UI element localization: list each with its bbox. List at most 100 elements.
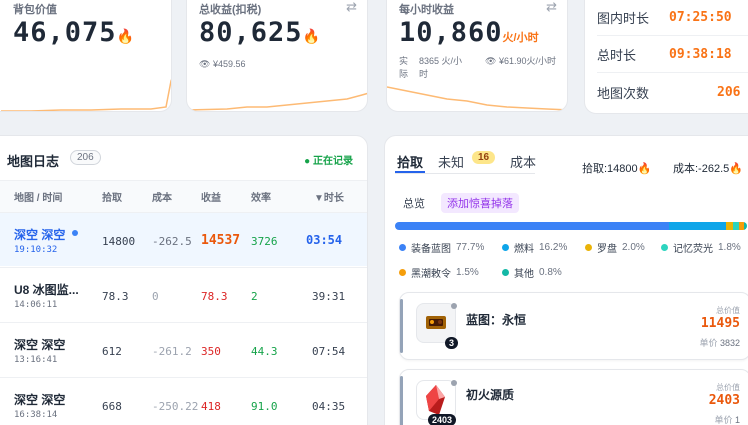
total-income-yuan: 👁 ¥459.56	[199, 59, 246, 69]
income-value: 78.3	[201, 290, 228, 303]
duration-value: 39:31	[312, 290, 346, 303]
total-time-value: 09:38:18	[669, 47, 732, 62]
duration-value: 03:54	[306, 233, 343, 247]
cost-value: 0	[152, 290, 159, 303]
overview-chip[interactable]: 总览	[397, 193, 431, 213]
table-row[interactable]: 深空 深空 19:10:32 14800 -262.5 14537 3726 0…	[0, 212, 367, 266]
flame-icon: 🔥	[637, 163, 652, 175]
legend-item: 燃料 16.2%	[502, 240, 567, 255]
cost-value: -261.2	[152, 345, 192, 358]
cost-value: -262.5	[152, 235, 192, 248]
bar-segment	[744, 222, 747, 230]
bar-segment	[395, 222, 669, 230]
legend-item: 黑潮敕令 1.5%	[399, 265, 479, 280]
tab-pickup[interactable]: 拾取	[397, 152, 423, 171]
efficiency-value: 91.0	[251, 400, 278, 413]
swap-icon[interactable]: ⇄	[546, 0, 557, 15]
col-income[interactable]: 收益	[201, 189, 221, 204]
recording-status: ● 正在记录	[304, 156, 353, 167]
total-time-label: 总时长	[597, 48, 637, 63]
map-name: 深空 深空	[14, 338, 66, 352]
flame-icon: 🔥	[116, 29, 135, 45]
item-status-dot	[451, 380, 457, 386]
legend-item: 装备蓝图 77.7%	[399, 240, 484, 255]
detail-card: 拾取 未知 16 成本 拾取:14800🔥 成本:-262.5🔥 总览 添加惊喜…	[384, 135, 748, 425]
duration-value: 07:54	[312, 345, 346, 358]
item-card[interactable]: 3 蓝图：永恒 总价值 11495 单价 3832	[399, 292, 748, 360]
pickup-value: 78.3	[102, 290, 129, 303]
duration-value: 04:35	[312, 400, 346, 413]
total-income-amount: 80,625🔥	[199, 17, 321, 48]
item-count-badge: 3	[445, 337, 459, 349]
tab-cost[interactable]: 成本	[510, 152, 536, 171]
map-log-card: 地图日志 206 ● 正在记录 地图 / 时间 拾取 成本 收益 效率 ▼时长 …	[0, 135, 368, 425]
hourly-income-title: 每小时收益	[399, 4, 454, 16]
pickup-value: 668	[102, 400, 122, 413]
eye-icon: 👁	[485, 56, 497, 66]
map-count-row: 地图次数 206	[597, 74, 748, 110]
legend-item: 罗盘 2.0%	[585, 240, 645, 255]
income-value: 14537	[201, 233, 241, 248]
map-name: 深空 深空	[14, 393, 66, 407]
income-value: 418	[201, 400, 221, 413]
swap-icon[interactable]: ⇄	[346, 0, 357, 15]
item-edge	[400, 376, 403, 425]
income-value: 350	[201, 345, 221, 358]
item-total: 11495	[700, 316, 740, 331]
map-time: 16:38:14	[14, 410, 58, 420]
hourly-income-amount: 10,860火/小时	[399, 17, 539, 48]
col-pickup[interactable]: 拾取	[102, 189, 122, 204]
map-log-count-badge: 206	[70, 150, 101, 165]
cost-summary: 成本:-262.5🔥	[673, 163, 743, 175]
tab-unknown[interactable]: 未知	[438, 152, 464, 171]
table-row[interactable]: U8 冰图监... 14:06:11 78.3 0 78.3 2 39:31	[0, 267, 367, 321]
item-status-dot	[451, 303, 457, 309]
map-time: 19:10:32	[14, 245, 58, 255]
pickup-summary: 拾取:14800🔥	[582, 163, 652, 175]
hourly-income-sparkline	[387, 86, 567, 111]
table-row[interactable]: 深空 深空 13:16:41 612 -261.2 350 44.3 07:54	[0, 322, 367, 376]
legend-item: 记忆荧光 1.8%	[661, 240, 741, 255]
bag-value-title: 背包价值	[13, 4, 57, 16]
item-count-badge: 2403	[428, 414, 457, 425]
map-count-value: 206	[717, 84, 741, 100]
item-total-label: 总价值	[716, 306, 740, 315]
in-map-time-value: 07:25:50	[669, 10, 732, 25]
hourly-yuan: 👁 ¥61.90火/小时	[485, 56, 556, 66]
item-card[interactable]: 2403 初火源质 总价值 2403 单价 1	[399, 369, 748, 425]
cost-value: -250.22	[152, 400, 199, 413]
item-name: 初火源质	[466, 388, 515, 402]
item-total-label: 总价值	[716, 383, 740, 392]
category-share-bar	[395, 222, 747, 230]
active-dot	[72, 230, 78, 236]
col-map-time[interactable]: 地图 / 时间	[14, 189, 62, 204]
unknown-count-badge: 16	[472, 151, 496, 164]
pickup-value: 14800	[102, 235, 136, 248]
item-unit-price: 单价 1	[714, 415, 740, 425]
add-surprise-drop-chip[interactable]: 添加惊喜掉落	[441, 193, 519, 213]
col-duration[interactable]: ▼时长	[314, 189, 344, 204]
tab-active-indicator	[395, 171, 425, 173]
hourly-income-card: 每小时收益 ⇄ 10,860火/小时 实际 8365 火/小时 👁 ¥61.90…	[386, 0, 568, 112]
map-name: U8 冰图监...	[14, 283, 79, 297]
item-unit-price: 单价 3832	[699, 338, 740, 348]
tab-divider	[395, 173, 535, 174]
total-income-title: 总收益(扣税)	[199, 4, 262, 16]
timers-card: 图内时长 07:25:50 总时长 09:38:18 地图次数 206	[584, 0, 748, 114]
actual-value: 8365 火/小时	[419, 56, 463, 79]
bag-value-card: 背包价值 46,075🔥	[0, 0, 172, 112]
bag-value-amount: 46,075🔥	[13, 17, 135, 48]
actual-label: 实际	[399, 56, 409, 79]
item-name: 蓝图：永恒	[466, 313, 527, 327]
total-income-sparkline	[187, 92, 367, 111]
table-row[interactable]: 深空 深空 16:38:14 668 -250.22 418 91.0 04:3…	[0, 377, 367, 425]
efficiency-value: 2	[251, 290, 258, 303]
item-edge	[400, 299, 403, 353]
total-income-card: 总收益(扣税) ⇄ 80,625🔥 👁 ¥459.56	[186, 0, 368, 112]
total-time-row: 总时长 09:38:18	[597, 37, 748, 73]
flame-icon: 🔥	[729, 163, 743, 175]
col-efficiency[interactable]: 效率	[251, 189, 271, 204]
col-cost[interactable]: 成本	[152, 189, 172, 204]
map-log-title: 地图日志	[7, 154, 60, 169]
eye-icon: 👁	[199, 59, 211, 69]
